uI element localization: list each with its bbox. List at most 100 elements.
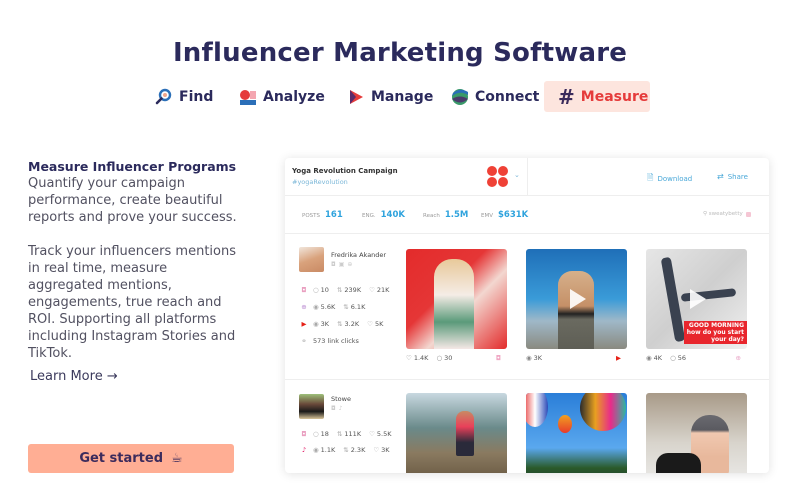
heart-icon: ♡	[369, 430, 375, 438]
play-icon[interactable]	[569, 289, 586, 309]
nav-analyze[interactable]: Analyze	[229, 81, 335, 112]
post-thumbnail-video[interactable]: GOOD MORNING how do you start your day?	[646, 249, 747, 349]
comment-icon: ○	[313, 430, 319, 438]
share-button[interactable]: ⇄ Share	[717, 172, 748, 181]
campaign-stats: POSTS 161 ENG. 140K Reach 1.5M EMV $631K…	[285, 196, 769, 234]
stat-emv-value: $631K	[497, 210, 529, 220]
play-flag-icon	[347, 88, 365, 106]
post-stats: ◉ 3K ▶	[526, 354, 621, 362]
influencer-name: Fredrika Akander	[331, 251, 387, 259]
platform-icons: ◘ ♪	[331, 405, 343, 412]
eye-icon: ◉	[526, 354, 532, 362]
stat-posts: POSTS 161	[302, 210, 343, 220]
magnifier-icon	[155, 88, 173, 106]
metrics-instagram: ◘ ○ 10 ⇅ 239K ♡ 21K	[299, 286, 397, 294]
feature-description: Measure Influencer Programs Quantify you…	[28, 158, 243, 362]
campaign-hashtag: #yogaRevolution	[292, 178, 348, 186]
post-thumbnail-video[interactable]	[526, 249, 627, 349]
stat-posts-value: 161	[325, 210, 343, 220]
nav-analyze-label: Analyze	[263, 88, 325, 105]
campaign-header: Yoga Revolution Campaign #yogaRevolution…	[285, 158, 769, 196]
eye-icon: ◉	[313, 303, 319, 311]
heart-icon: ♡	[373, 446, 380, 454]
divider	[527, 158, 528, 196]
comment-icon: ○	[313, 286, 319, 294]
share-icon: ⇅	[336, 430, 343, 438]
share-icon: ⇄	[717, 172, 724, 181]
influencer-row: Fredrika Akander ◘ ▣ ⊕ ◘ ○ 10 ⇅ 239K ♡ 21K …	[285, 234, 769, 380]
stat-posts-label: POSTS	[302, 213, 320, 219]
get-started-label: Get started	[79, 451, 164, 466]
stat-eng-value: 140K	[380, 210, 405, 220]
avatar	[299, 394, 324, 419]
instagram-icon: ◘	[301, 286, 307, 294]
metrics-instagram: ◘ ○ 18 ⇅ 111K ♡ 5.5K	[299, 430, 400, 438]
brand-logo	[487, 166, 509, 188]
post-stats: ◉ 4K ○ 56 ⊕	[646, 354, 741, 362]
stat-reach: Reach 1.5M	[423, 210, 468, 220]
link-icon: ⚭	[301, 337, 307, 345]
tiktok-icon: ♪	[338, 405, 343, 412]
post-stats: ♡ 1.4K ○ 30 ◘	[406, 354, 501, 362]
eye-icon: ◉	[313, 320, 319, 328]
share-icon: ⇅	[337, 320, 343, 328]
stat-reach-value: 1.5M	[444, 210, 469, 220]
heart-icon: ♡	[406, 354, 412, 362]
heart-icon: ♡	[367, 320, 373, 328]
post-thumbnail[interactable]	[406, 393, 507, 473]
learn-more-link[interactable]: Learn More →	[30, 369, 118, 384]
share-icon: ⇅	[336, 286, 343, 294]
nav-measure[interactable]: # Measure	[544, 81, 650, 112]
youtube-icon: ▶	[301, 320, 307, 328]
metrics-stories: ⊕ ◉ 5.6K ⇅ 6.1K	[299, 303, 373, 311]
chevron-down-icon[interactable]: ⌄	[514, 171, 520, 179]
learn-more-label: Learn More	[30, 369, 103, 384]
stories-icon: ⊕	[347, 261, 353, 268]
nav-connect[interactable]: Connect	[441, 81, 549, 112]
influencer-row: Stowe ◘ ♪ ◘ ○ 18 ⇅ 111K ♡ 5.5K ♪ ◉ 1.1K ⇅ 2.3…	[285, 380, 769, 473]
youtube-icon: ▶	[616, 354, 621, 362]
share-icon: ⇅	[343, 303, 349, 311]
get-started-button[interactable]: Get started ☕	[28, 444, 234, 473]
avatar	[299, 247, 324, 272]
comment-icon: ○	[436, 354, 443, 362]
filter-tag[interactable]: ⚲ sweatybetty	[703, 211, 751, 217]
share-label: Share	[727, 172, 748, 181]
nav-find[interactable]: Find	[145, 81, 223, 112]
coffee-cup-icon: ☕	[171, 451, 183, 466]
campaign-name: Yoga Revolution Campaign	[292, 167, 398, 175]
filter-label: sweatybetty	[708, 211, 743, 217]
download-label: Download	[657, 175, 693, 183]
story-overlay-text: GOOD MORNING how do you start your day?	[683, 321, 747, 344]
post-thumbnail[interactable]	[646, 393, 747, 473]
nav-manage[interactable]: Manage	[337, 81, 443, 112]
nav-connect-label: Connect	[475, 88, 540, 105]
eye-icon: ◉	[646, 354, 652, 362]
stat-engagement: ENG. 140K	[362, 210, 405, 220]
stat-emv: EMV $631K	[481, 210, 528, 220]
chart-icon	[239, 88, 257, 106]
remove-filter-icon[interactable]	[745, 211, 751, 217]
post-thumbnail[interactable]	[526, 393, 627, 473]
stat-eng-label: ENG.	[362, 213, 376, 219]
stat-emv-label: EMV	[481, 213, 493, 219]
platform-icons: ◘ ▣ ⊕	[331, 261, 352, 268]
youtube-icon: ▣	[338, 261, 345, 268]
metrics-youtube: ▶ ◉ 3K ⇅ 3.2K ♡ 5K	[299, 320, 391, 328]
tiktok-icon: ♪	[301, 446, 307, 454]
share-icon: ⇅	[343, 446, 349, 454]
metrics-tiktok: ♪ ◉ 1.1K ⇅ 2.3K ♡ 3K	[299, 446, 398, 454]
stories-icon: ⊕	[301, 303, 307, 311]
instagram-icon: ◘	[331, 261, 336, 268]
instagram-icon: ◘	[495, 354, 501, 362]
feature-heading: Measure Influencer Programs	[28, 159, 237, 174]
arrow-right-icon: →	[106, 369, 118, 384]
post-thumbnail[interactable]	[406, 249, 507, 349]
play-icon[interactable]	[689, 289, 706, 309]
link-clicks: ⚭ 573 link clicks	[299, 337, 359, 345]
instagram-icon: ◘	[301, 430, 307, 438]
feature-intro: Quantify your campaign performance, crea…	[28, 176, 237, 225]
dashboard-preview: Yoga Revolution Campaign #yogaRevolution…	[285, 158, 769, 473]
download-button[interactable]: 🗎 Download	[647, 172, 692, 186]
comment-icon: ○	[670, 354, 676, 362]
